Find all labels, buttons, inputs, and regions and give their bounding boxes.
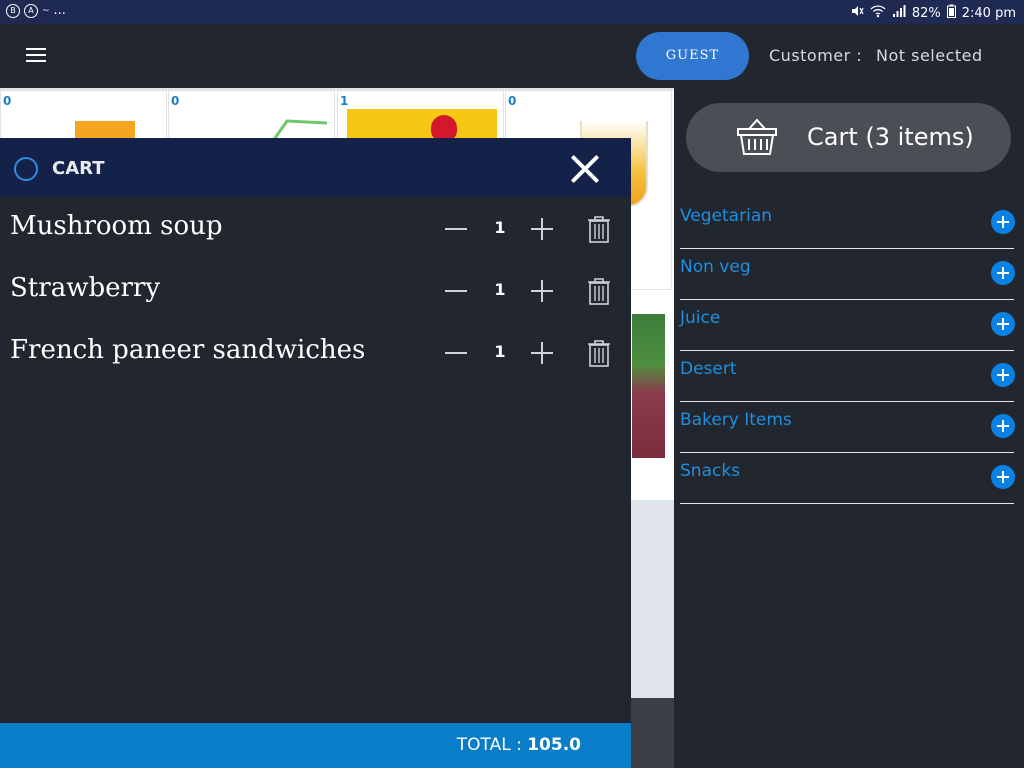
wifi-icon (870, 4, 886, 22)
cart-item-qty: 1 (494, 342, 506, 361)
a-circle-icon: A (24, 3, 38, 18)
cart-item: French paneer sandwiches 1 (0, 329, 631, 379)
mute-icon (850, 4, 864, 22)
category-label: Vegetarian (680, 206, 773, 226)
plus-icon[interactable] (991, 363, 1015, 387)
category-bakery-items[interactable]: Bakery Items (680, 404, 1015, 453)
b-circle-icon: B (6, 3, 20, 18)
cart-item: Strawberry 1 (0, 267, 631, 317)
category-non-veg[interactable]: Non veg (680, 251, 1015, 300)
category-label: Bakery Items (680, 410, 792, 430)
menu-icon[interactable] (26, 48, 46, 64)
cart-panel: CART Mushroom soup 1 Strawberry 1 French… (0, 138, 631, 768)
tile-qty: 0 (3, 94, 12, 108)
status-bar: B A ~ ... 82% 2:40 pm (0, 0, 1024, 24)
total-label: TOTAL : (456, 735, 522, 755)
total-text: TOTAL : 105.0 (457, 735, 581, 755)
category-vegetarian[interactable]: Vegetarian (680, 200, 1015, 249)
increase-qty-button[interactable] (531, 218, 553, 240)
cart-button-label: Cart (3 items) (807, 123, 974, 151)
tile-qty: 1 (340, 94, 349, 108)
cart-title: CART (52, 158, 105, 179)
total-value: 105.0 (527, 735, 581, 755)
decrease-qty-button[interactable] (445, 228, 467, 230)
plus-icon[interactable] (991, 261, 1015, 285)
cart-item: Mushroom soup 1 (0, 205, 631, 255)
signal-icon (892, 4, 906, 22)
product-footer (631, 698, 674, 768)
trash-icon[interactable] (586, 277, 612, 305)
battery-percent: 82% (911, 5, 941, 21)
plus-icon[interactable] (991, 210, 1015, 234)
cart-item-name: Mushroom soup (10, 211, 223, 241)
cart-header: CART (0, 138, 631, 197)
guest-button[interactable]: GUEST (636, 32, 749, 80)
tile-qty: 0 (508, 94, 517, 108)
cart-button[interactable]: Cart (3 items) (686, 103, 1011, 172)
category-snacks[interactable]: Snacks (680, 455, 1015, 504)
trash-icon[interactable] (586, 339, 612, 367)
grapes-image (632, 314, 665, 458)
category-sidebar: Cart (3 items) Vegetarian Non veg Juice … (674, 88, 1024, 768)
customer-value[interactable]: Not selected (876, 46, 983, 65)
tile-qty: 0 (171, 94, 180, 108)
cart-item-name: French paneer sandwiches (10, 335, 366, 365)
basket-icon (737, 118, 777, 155)
category-desert[interactable]: Desert (680, 353, 1015, 402)
decrease-qty-button[interactable] (445, 352, 467, 354)
total-bar[interactable]: TOTAL : 105.0 (0, 723, 631, 768)
battery-icon (946, 4, 956, 22)
more-notifications: ... (53, 3, 66, 18)
decrease-qty-button[interactable] (445, 290, 467, 292)
app-header: GUEST Customer : Not selected (0, 24, 1024, 88)
increase-qty-button[interactable] (531, 342, 553, 364)
cart-item-name: Strawberry (10, 273, 161, 303)
clock: 2:40 pm (961, 5, 1016, 21)
category-juice[interactable]: Juice (680, 302, 1015, 351)
close-icon[interactable] (566, 150, 604, 188)
increase-qty-button[interactable] (531, 280, 553, 302)
circle-icon (14, 157, 38, 181)
plus-icon[interactable] (991, 465, 1015, 489)
cart-item-qty: 1 (494, 280, 506, 299)
category-label: Snacks (680, 461, 741, 481)
notification-icon: ~ (42, 5, 50, 16)
cart-item-qty: 1 (494, 218, 506, 237)
plus-icon[interactable] (991, 312, 1015, 336)
category-label: Desert (680, 359, 737, 379)
plus-icon[interactable] (991, 414, 1015, 438)
customer-label: Customer : (769, 46, 863, 65)
category-label: Non veg (680, 257, 751, 277)
category-label: Juice (680, 308, 721, 328)
trash-icon[interactable] (586, 215, 612, 243)
strawberry-image (347, 109, 497, 141)
